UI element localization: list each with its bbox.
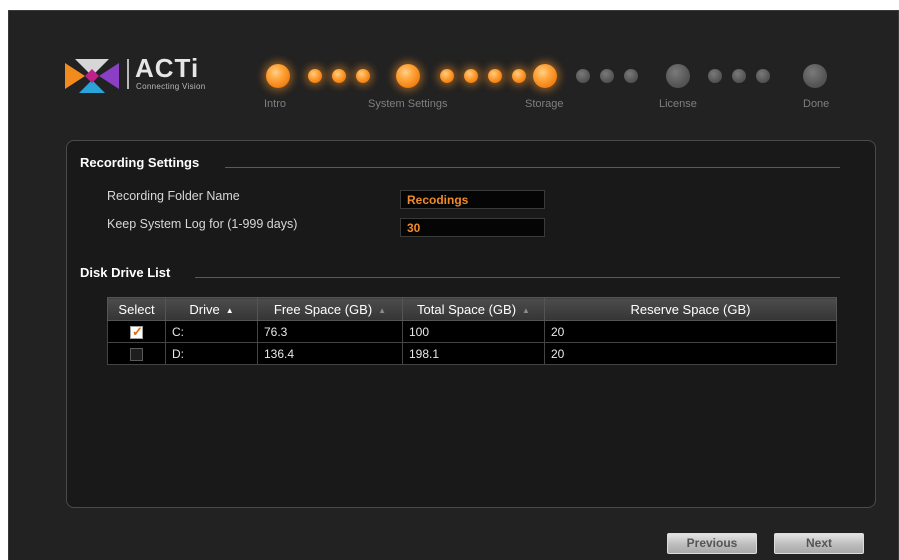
sort-ascending-icon: ▲ [225,305,234,315]
step-label-intro: Intro [264,98,287,110]
progress-dot-small [440,69,454,83]
table-header-row: Select Drive ▲ Free Space (GB) ▲ Total Spa… [107,297,837,321]
acti-logo-icon [65,59,119,93]
progress-dot-big [396,64,420,88]
column-header-reserve-space[interactable]: Reserve Space (GB) [544,297,837,321]
select-cell [107,342,166,365]
step-label-storage: Storage [525,98,564,110]
sort-ascending-icon: ▲ [378,305,387,315]
recording-folder-label: Recording Folder Name [107,189,240,203]
storage-settings-panel: Recording Settings Recording Folder Name… [66,140,876,508]
section-divider [195,277,840,278]
column-header-label: Total Space (GB) [417,301,517,317]
system-log-days-input[interactable] [400,218,545,237]
free-space-cell: 76.3 [257,320,403,343]
drive-cell: C: [165,320,258,343]
progress-dot-small [332,69,346,83]
column-header-label: Reserve Space (GB) [630,301,751,317]
disk-drive-table: Select Drive ▲ Free Space (GB) ▲ Total Spa… [107,297,837,365]
progress-dot-small [600,69,614,83]
reserve-space-cell[interactable]: 20 [544,342,837,365]
progress-dot-small [708,69,722,83]
total-space-cell: 198.1 [402,342,545,365]
table-row[interactable]: C: 76.3 100 20 [107,320,837,343]
previous-button[interactable]: Previous [667,533,757,554]
system-log-days-label: Keep System Log for (1-999 days) [107,217,298,231]
progress-dot-small [624,69,638,83]
setup-wizard-window: ACTi Connecting Vision Intro System Sett… [8,10,899,560]
progress-dot-small [732,69,746,83]
brand-name: ACTi [135,53,200,83]
progress-dot-small [488,69,502,83]
acti-logo: ACTi Connecting Vision [65,53,225,101]
reserve-space-cell[interactable]: 20 [544,320,837,343]
column-header-free-space[interactable]: Free Space (GB) ▲ [257,297,403,321]
logo-separator [127,59,129,89]
progress-dot-small [756,69,770,83]
drive-select-checkbox[interactable] [130,347,143,361]
disk-drive-list-title: Disk Drive List [80,265,171,280]
progress-dot-big [266,64,290,88]
column-header-label: Free Space (GB) [273,301,373,317]
free-space-cell: 136.4 [257,342,403,365]
select-cell [107,320,166,343]
next-button[interactable]: Next [774,533,864,554]
step-label-done: Done [803,98,830,110]
column-header-label: Drive [189,301,220,317]
progress-dot-big [803,64,827,88]
drive-cell: D: [165,342,258,365]
drive-select-checkbox[interactable] [130,324,143,340]
table-row[interactable]: D: 136.4 198.1 20 [107,342,837,365]
step-label-system: System Settings [368,98,448,110]
column-header-select[interactable]: Select [107,297,166,321]
progress-dot-big [666,64,690,88]
recording-folder-input[interactable] [400,190,545,209]
section-divider [225,167,840,168]
progress-dot-small [464,69,478,83]
total-space-cell: 100 [402,320,545,343]
column-header-total-space[interactable]: Total Space (GB) ▲ [402,297,545,321]
step-label-license: License [659,98,697,110]
recording-settings-title: Recording Settings [80,155,200,170]
sort-ascending-icon: ▲ [522,305,530,315]
progress-dot-small [308,69,322,83]
progress-dot-small [576,69,590,83]
column-header-label: Select [118,301,155,317]
column-header-drive[interactable]: Drive ▲ [165,297,258,321]
progress-dot-small [356,69,370,83]
progress-dot-small [512,69,526,83]
brand-tagline: Connecting Vision [136,82,206,91]
progress-dot-big [533,64,557,88]
